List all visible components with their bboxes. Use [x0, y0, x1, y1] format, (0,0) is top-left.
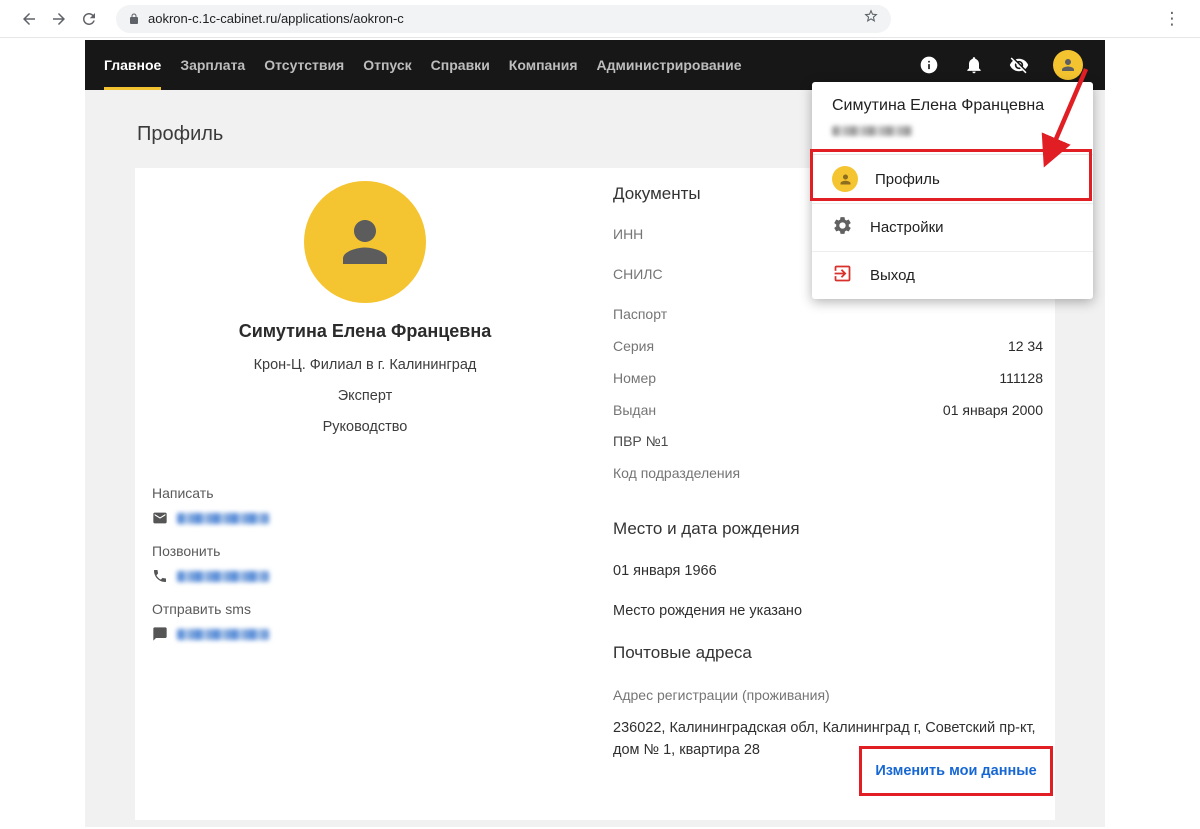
profile-avatar-icon	[832, 166, 858, 192]
edit-annotation-box: Изменить мои данные	[859, 746, 1053, 796]
birth-place: Место рождения не указано	[613, 603, 1043, 619]
redacted-phone	[177, 571, 269, 582]
forward-icon[interactable]	[44, 4, 74, 34]
issued-label: Выдан	[613, 402, 656, 418]
page-title: Профиль	[137, 123, 223, 146]
number-label: Номер	[613, 370, 656, 386]
nav-item-administrirovanie[interactable]: Администрирование	[597, 40, 742, 90]
dropdown-user-name: Симутина Елена Францевна	[832, 97, 1073, 115]
menu-item-settings[interactable]: Настройки	[812, 203, 1093, 251]
nav-label: Отсутствия	[264, 57, 344, 73]
bookmark-star-icon[interactable]	[863, 8, 879, 29]
passport-number-row: Номер 111128	[613, 370, 1043, 386]
birth-title: Место и дата рождения	[613, 519, 1043, 539]
nav-label: Администрирование	[597, 57, 742, 73]
menu-item-label: Профиль	[875, 171, 940, 188]
profile-summary: Симутина Елена Францевна Крон-Ц. Филиал …	[135, 168, 595, 659]
user-dropdown-menu: Симутина Елена Францевна Профиль Настрой…	[812, 82, 1093, 299]
logout-icon	[832, 263, 853, 289]
menu-item-profile[interactable]: Профиль	[812, 155, 1093, 203]
email-row[interactable]	[152, 510, 595, 526]
number-value: 111128	[999, 370, 1043, 386]
dropdown-header: Симутина Елена Францевна	[812, 82, 1093, 155]
write-label: Написать	[152, 485, 595, 501]
passport-series-row: Серия 12 34	[613, 338, 1043, 354]
nav-label: Компания	[509, 57, 578, 73]
nav-label: Справки	[431, 57, 490, 73]
division-code-label: Код подразделения	[613, 465, 1043, 481]
menu-item-label: Выход	[870, 267, 915, 284]
url-text: aokron-c.1c-cabinet.ru/applications/aokr…	[148, 11, 855, 26]
visibility-off-icon[interactable]	[1008, 54, 1030, 76]
menu-item-label: Настройки	[870, 219, 944, 236]
birth-date: 01 января 1966	[613, 563, 1043, 579]
menu-item-logout[interactable]: Выход	[812, 251, 1093, 299]
redacted-email	[177, 513, 269, 524]
lock-icon	[128, 13, 140, 25]
info-icon[interactable]	[918, 54, 940, 76]
profile-position: Эксперт	[135, 388, 595, 404]
passport-label: Паспорт	[613, 306, 1043, 322]
back-icon[interactable]	[14, 4, 44, 34]
user-avatar-icon[interactable]	[1053, 50, 1083, 80]
settings-gear-icon	[832, 215, 853, 241]
nav-item-otsutstviya[interactable]: Отсутствия	[264, 40, 344, 90]
series-label: Серия	[613, 338, 654, 354]
issued-value: 01 января 2000	[943, 402, 1043, 418]
nav-item-spravki[interactable]: Справки	[431, 40, 490, 90]
nav-item-zarplata[interactable]: Зарплата	[180, 40, 245, 90]
nav-label: Отпуск	[363, 57, 411, 73]
passport-issued-row: Выдан 01 января 2000	[613, 402, 1043, 418]
sms-row[interactable]	[152, 626, 595, 642]
nav-item-glavnoe[interactable]: Главное	[104, 40, 161, 90]
contact-actions: Написать Позвонить Отправить sms	[152, 485, 595, 642]
sms-label: Отправить sms	[152, 601, 595, 617]
series-value: 12 34	[1008, 338, 1043, 354]
email-icon	[152, 510, 168, 526]
address-bar[interactable]: aokron-c.1c-cabinet.ru/applications/aokr…	[116, 5, 891, 33]
addresses-title: Почтовые адреса	[613, 643, 1043, 663]
nav-label: Главное	[104, 57, 161, 73]
call-label: Позвонить	[152, 543, 595, 559]
edit-my-data-button[interactable]: Изменить мои данные	[875, 763, 1036, 779]
nav-item-kompaniya[interactable]: Компания	[509, 40, 578, 90]
profile-department: Руководство	[135, 419, 595, 435]
sms-icon	[152, 626, 168, 642]
profile-organization: Крон-Ц. Филиал в г. Калининград	[135, 357, 595, 373]
redacted-sms-phone	[177, 629, 269, 640]
reload-icon[interactable]	[74, 4, 104, 34]
dropdown-user-email	[832, 123, 1073, 141]
nav-label: Зарплата	[180, 57, 245, 73]
profile-avatar-icon	[304, 181, 426, 303]
browser-toolbar: aokron-c.1c-cabinet.ru/applications/aokr…	[0, 0, 1200, 38]
phone-row[interactable]	[152, 568, 595, 584]
screenshot-root: aokron-c.1c-cabinet.ru/applications/aokr…	[0, 0, 1200, 829]
nav-item-otpusk[interactable]: Отпуск	[363, 40, 411, 90]
notifications-bell-icon[interactable]	[963, 54, 985, 76]
profile-name: Симутина Елена Францевна	[135, 321, 595, 342]
redacted-email	[832, 126, 912, 136]
registration-address-label: Адрес регистрации (проживания)	[613, 687, 1043, 703]
browser-menu-icon[interactable]: ⋮	[1158, 4, 1186, 34]
issued-by: ПВР №1	[613, 433, 1043, 449]
phone-icon	[152, 568, 168, 584]
